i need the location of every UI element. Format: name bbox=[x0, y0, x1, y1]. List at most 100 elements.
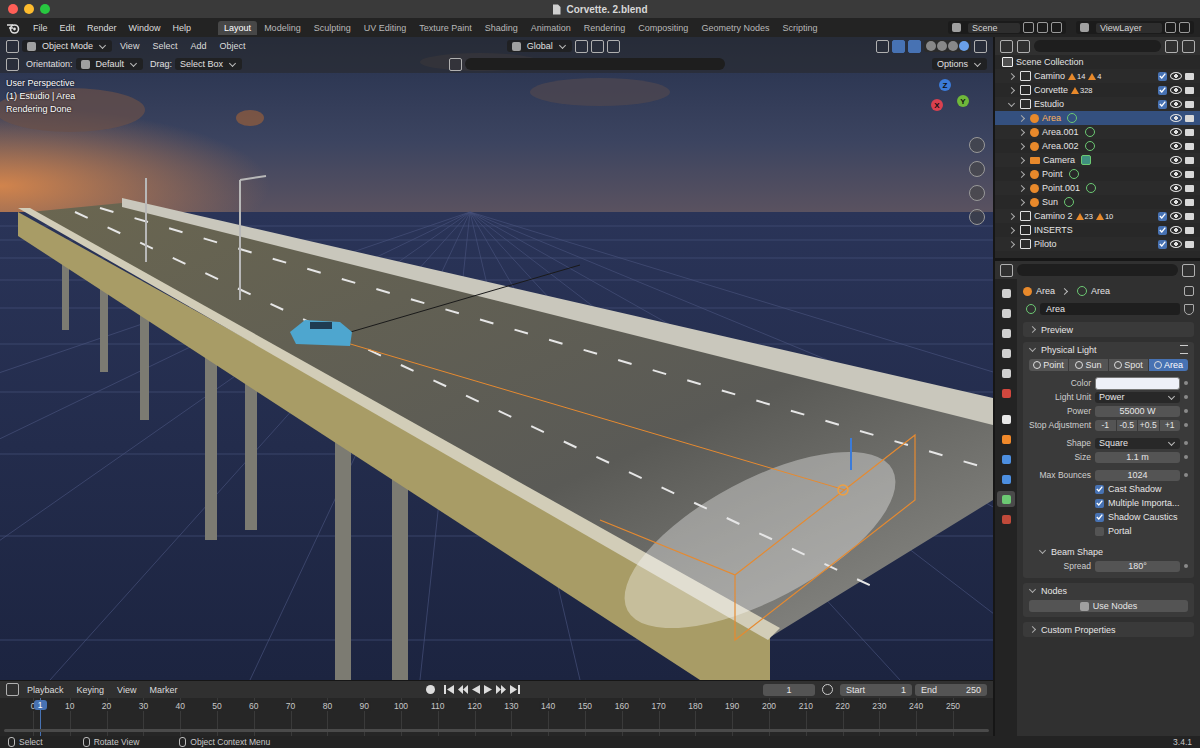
exclude-checkbox[interactable] bbox=[1158, 212, 1167, 221]
keyframe-dot[interactable] bbox=[1184, 455, 1188, 459]
expand-arrow[interactable] bbox=[1018, 170, 1025, 177]
object-data-icon[interactable] bbox=[1081, 155, 1091, 165]
expand-arrow[interactable] bbox=[1008, 99, 1015, 106]
blender-logo-icon[interactable] bbox=[6, 22, 20, 34]
fake-user-icon[interactable] bbox=[1184, 304, 1194, 315]
outliner-row[interactable]: Point.001 bbox=[995, 181, 1200, 195]
axis-handle[interactable]: Z bbox=[939, 79, 951, 91]
play-reverse-icon[interactable] bbox=[472, 685, 480, 694]
render-camera-icon[interactable] bbox=[1185, 115, 1194, 122]
expand-arrow[interactable] bbox=[1018, 142, 1025, 149]
property-tab[interactable] bbox=[997, 411, 1015, 427]
outliner-row[interactable]: Scene Collection bbox=[995, 55, 1200, 69]
property-tab[interactable] bbox=[997, 491, 1015, 507]
light-type-button[interactable]: Sun bbox=[1069, 359, 1108, 371]
workspace-tab[interactable]: Geometry Nodes bbox=[695, 21, 775, 35]
editor-type-icon[interactable] bbox=[6, 40, 19, 53]
mode-dropdown[interactable]: Object Mode bbox=[22, 40, 112, 52]
panel-header[interactable]: Physical Light bbox=[1023, 342, 1194, 357]
timeline-scrollbar[interactable] bbox=[4, 729, 989, 732]
workspace-tab[interactable]: Layout bbox=[218, 21, 257, 35]
outliner-search-field[interactable] bbox=[1034, 40, 1161, 52]
expand-arrow[interactable] bbox=[1018, 114, 1025, 121]
frame-ruler[interactable]: 0 10 20 30 40 50 60 70 80 90 100 110 120… bbox=[0, 698, 993, 736]
pause-render-icon[interactable] bbox=[974, 40, 987, 53]
outliner-row[interactable]: Point bbox=[995, 167, 1200, 181]
orientation-dropdown[interactable]: Global bbox=[507, 40, 572, 52]
display-mode-icon[interactable] bbox=[1017, 40, 1030, 53]
exclude-checkbox[interactable] bbox=[1158, 226, 1167, 235]
workspace-tab[interactable]: Compositing bbox=[632, 21, 694, 35]
move-tool-icon[interactable] bbox=[6, 58, 19, 71]
material-shading-icon[interactable] bbox=[948, 41, 958, 51]
wireframe-shading-icon[interactable] bbox=[926, 41, 936, 51]
options-icon[interactable] bbox=[1182, 264, 1195, 277]
eye-icon[interactable] bbox=[1170, 72, 1182, 80]
render-camera-icon[interactable] bbox=[1185, 241, 1194, 248]
expand-arrow[interactable] bbox=[1008, 226, 1015, 233]
3d-viewport[interactable]: Object Mode ViewSelectAddObject Global O… bbox=[0, 37, 993, 680]
render-camera-icon[interactable] bbox=[1185, 101, 1194, 108]
color-swatch[interactable] bbox=[1095, 377, 1180, 390]
panel-header[interactable]: Custom Properties bbox=[1023, 622, 1194, 637]
timeline-menu[interactable]: Keying bbox=[72, 684, 110, 696]
render-camera-icon[interactable] bbox=[1185, 171, 1194, 178]
eye-icon[interactable] bbox=[1170, 170, 1182, 178]
menu-item[interactable]: Render bbox=[82, 22, 122, 34]
eye-icon[interactable] bbox=[1170, 240, 1182, 248]
record-icon[interactable] bbox=[426, 685, 435, 694]
eye-icon[interactable] bbox=[1170, 114, 1182, 122]
stop-button[interactable]: -1 bbox=[1095, 420, 1116, 431]
viewport-menu[interactable]: Select bbox=[147, 40, 182, 52]
axis-handle[interactable]: Y bbox=[957, 95, 969, 107]
light-type-button[interactable]: Spot bbox=[1109, 359, 1148, 371]
overlay-toggle-icon[interactable] bbox=[908, 40, 921, 53]
copy-icon[interactable] bbox=[1037, 22, 1048, 33]
property-tab[interactable] bbox=[997, 345, 1015, 361]
end-frame-field[interactable]: End250 bbox=[915, 684, 987, 696]
render-camera-icon[interactable] bbox=[1185, 227, 1194, 234]
menu-item[interactable]: Help bbox=[168, 22, 197, 34]
eye-icon[interactable] bbox=[1170, 198, 1182, 206]
workspace-tab[interactable]: Modeling bbox=[258, 21, 307, 35]
outliner-row[interactable]: Camera bbox=[995, 153, 1200, 167]
current-frame-field[interactable]: 1 bbox=[763, 684, 815, 696]
remove-icon[interactable] bbox=[1051, 22, 1062, 33]
viewport-menu[interactable]: Object bbox=[214, 40, 250, 52]
snap-icon[interactable] bbox=[591, 40, 604, 53]
pin-icon[interactable] bbox=[1023, 22, 1034, 33]
menu-item[interactable]: File bbox=[28, 22, 53, 34]
datablock-name-field[interactable]: Area bbox=[1040, 303, 1180, 315]
outliner-row[interactable]: Area.002 bbox=[995, 139, 1200, 153]
viewport-menu[interactable]: Add bbox=[185, 40, 211, 52]
gizmo-toggle-icon[interactable] bbox=[892, 40, 905, 53]
play-icon[interactable] bbox=[484, 685, 492, 694]
render-camera-icon[interactable] bbox=[1185, 143, 1194, 150]
zoom-icon[interactable] bbox=[969, 137, 985, 153]
proportional-icon[interactable] bbox=[607, 40, 620, 53]
timeline-menu[interactable]: View bbox=[112, 684, 141, 696]
exclude-checkbox[interactable] bbox=[1158, 72, 1167, 81]
keyframe-dot[interactable] bbox=[1184, 564, 1188, 568]
number-field[interactable]: 180° bbox=[1095, 561, 1180, 572]
stop-button[interactable]: +1 bbox=[1160, 420, 1181, 431]
next-key-icon[interactable] bbox=[496, 685, 506, 694]
expand-arrow[interactable] bbox=[1008, 72, 1015, 79]
keyframe-dot[interactable] bbox=[1184, 409, 1188, 413]
render-camera-icon[interactable] bbox=[1185, 199, 1194, 206]
pivot-icon[interactable] bbox=[575, 40, 588, 53]
eye-icon[interactable] bbox=[1170, 184, 1182, 192]
expand-arrow[interactable] bbox=[1008, 212, 1015, 219]
keyframe-dot[interactable] bbox=[1184, 423, 1188, 427]
exclude-checkbox[interactable] bbox=[1158, 86, 1167, 95]
rendered-shading-icon[interactable] bbox=[959, 41, 969, 51]
exclude-checkbox[interactable] bbox=[1158, 100, 1167, 109]
workspace-tab[interactable]: Shading bbox=[479, 21, 524, 35]
scene-selector[interactable]: Scene bbox=[948, 21, 1066, 34]
keyframe-dot[interactable] bbox=[1184, 381, 1188, 385]
clock-icon[interactable] bbox=[822, 684, 833, 695]
pin-icon[interactable] bbox=[1184, 286, 1194, 296]
outliner-row[interactable]: Camino 2 2310 bbox=[995, 209, 1200, 223]
light-type-button[interactable]: Area bbox=[1149, 359, 1188, 371]
properties-search-field[interactable] bbox=[1017, 264, 1178, 276]
